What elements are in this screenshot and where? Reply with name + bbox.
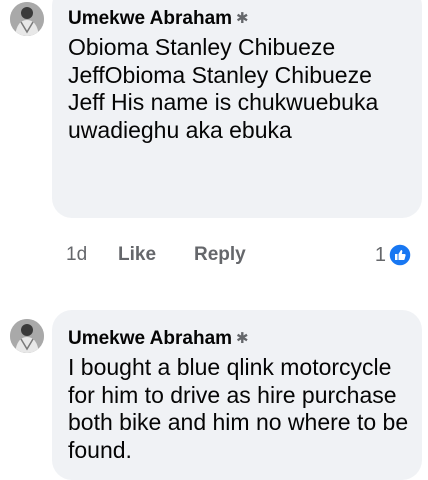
comment-author[interactable]: Umekwe Abraham ✱ <box>68 328 249 350</box>
comment-text: Obioma Stanley Chibueze JeffObioma Stanl… <box>68 34 379 143</box>
avatar[interactable] <box>10 2 44 36</box>
comment-item: Umekwe Abraham ✱ I bought a blue qlink mo… <box>0 300 428 480</box>
comment-actions: 1d Like Reply 1 <box>66 240 412 270</box>
reaction-count[interactable]: 1 <box>375 244 386 267</box>
reply-button[interactable]: Reply <box>194 244 246 266</box>
like-button[interactable]: Like <box>118 244 156 266</box>
comment-bubble: Umekwe Abraham ✱ I bought a blue qlink mo… <box>52 310 422 480</box>
avatar[interactable] <box>10 319 44 353</box>
comment-timestamp[interactable]: 1d <box>66 244 87 266</box>
comment-item: Umekwe Abraham ✱ Obioma Stanley Chibueze … <box>0 0 428 300</box>
comment-bubble: Umekwe Abraham ✱ Obioma Stanley Chibueze … <box>52 0 422 218</box>
avatar-image <box>10 2 44 36</box>
avatar-image <box>10 319 44 353</box>
top-fan-badge-icon: ✱ <box>236 10 249 27</box>
like-reaction-icon[interactable] <box>388 243 412 267</box>
comment-author[interactable]: Umekwe Abraham ✱ <box>68 8 249 30</box>
top-fan-badge-icon: ✱ <box>236 330 249 347</box>
